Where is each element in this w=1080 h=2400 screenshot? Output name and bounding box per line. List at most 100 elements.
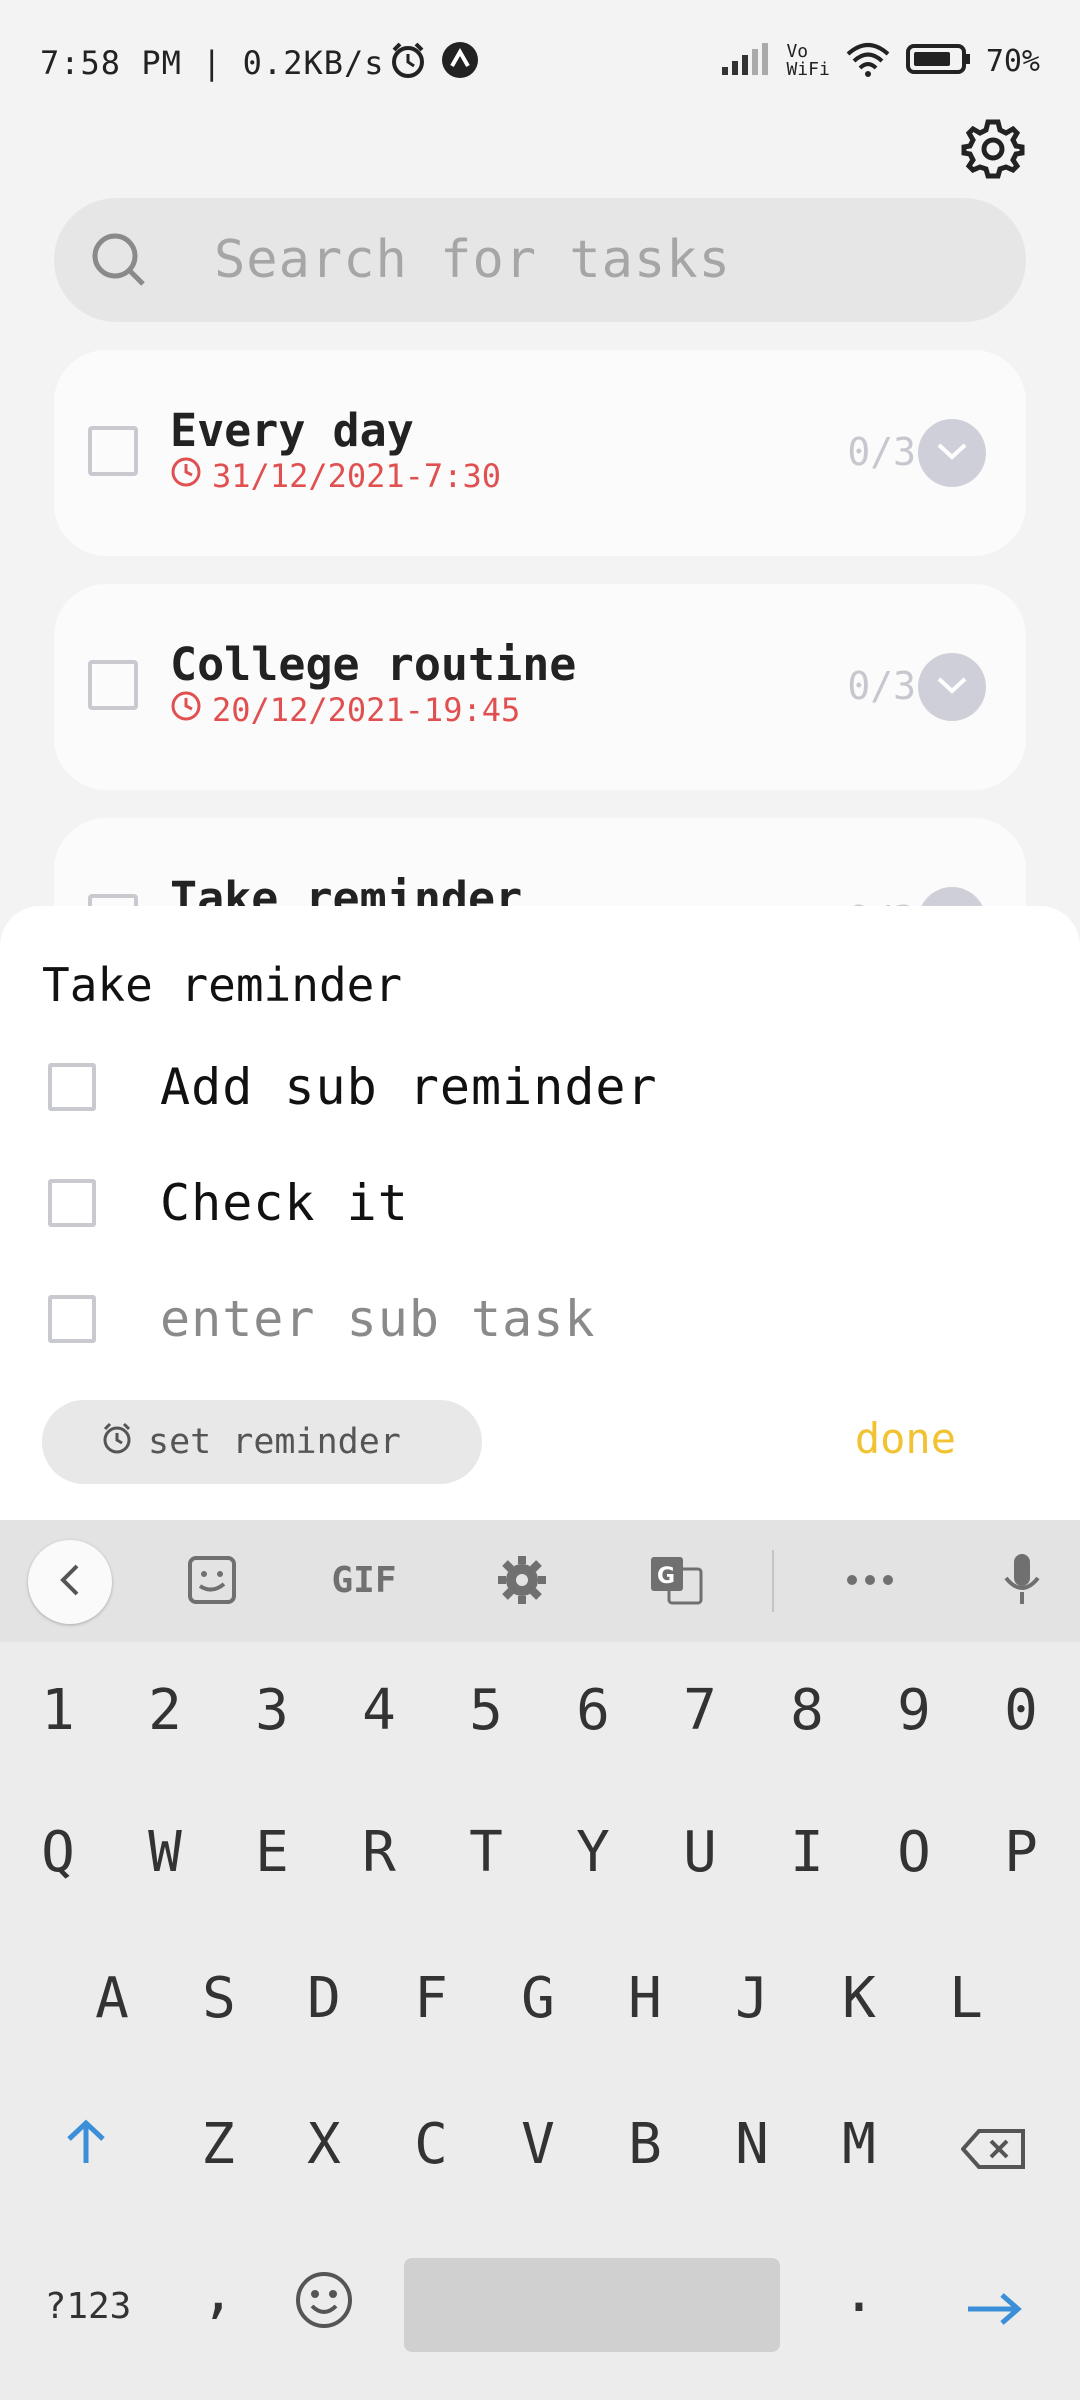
key-m[interactable]: M <box>811 2112 907 2177</box>
subtask-checkbox[interactable] <box>48 1179 96 1227</box>
key-w[interactable]: W <box>117 1820 213 1885</box>
expand-button[interactable] <box>918 419 986 487</box>
symbols-key[interactable]: ?123 <box>38 2286 138 2327</box>
search-input[interactable]: Search for tasks <box>214 230 731 290</box>
gif-button[interactable]: GIF <box>324 1548 404 1612</box>
shift-key[interactable] <box>38 2116 134 2181</box>
key-b[interactable]: B <box>597 2112 693 2177</box>
key-0[interactable]: 0 <box>973 1678 1069 1743</box>
battery-percent: 70% <box>985 43 1040 79</box>
chevron-left-icon <box>57 1562 83 1602</box>
keyboard-back-button[interactable] <box>28 1540 112 1624</box>
subtask-row[interactable]: Check it <box>48 1174 409 1232</box>
sticker-icon[interactable] <box>180 1548 244 1612</box>
key-4[interactable]: 4 <box>331 1678 427 1743</box>
task-checkbox[interactable] <box>88 426 138 476</box>
key-z[interactable]: Z <box>170 2112 266 2177</box>
subtask-checkbox[interactable] <box>48 1063 96 1111</box>
more-icon[interactable] <box>838 1548 902 1612</box>
key-9[interactable]: 9 <box>866 1678 962 1743</box>
key-3[interactable]: 3 <box>224 1678 320 1743</box>
set-reminder-label: set reminder <box>148 1422 401 1462</box>
keyboard: GIF G 1 2 3 4 5 6 7 8 9 0 Q W E R T Y U … <box>0 1520 1080 2400</box>
key-2[interactable]: 2 <box>117 1678 213 1743</box>
key-e[interactable]: E <box>224 1820 320 1885</box>
search-bar[interactable]: Search for tasks <box>54 198 1026 322</box>
subtask-checkbox[interactable] <box>48 1295 96 1343</box>
clock-icon <box>170 456 202 496</box>
key-7[interactable]: 7 <box>652 1678 748 1743</box>
status-left-icons <box>388 40 480 84</box>
comma-key[interactable]: , <box>170 2260 266 2325</box>
key-c[interactable]: C <box>383 2112 479 2177</box>
translate-icon[interactable]: G <box>644 1548 708 1612</box>
subtask-text[interactable]: Check it <box>160 1174 409 1232</box>
task-card[interactable]: College routine 20/12/2021-19:45 0/3 <box>54 584 1026 790</box>
battery-icon <box>905 42 972 80</box>
microphone-icon[interactable] <box>994 1548 1050 1612</box>
key-h[interactable]: H <box>597 1966 693 2031</box>
settings-button[interactable] <box>958 116 1028 186</box>
done-button[interactable]: done <box>855 1414 956 1463</box>
key-r[interactable]: R <box>331 1820 427 1885</box>
subtask-text[interactable]: Add sub reminder <box>160 1058 658 1116</box>
subtask-count: 0/3 <box>847 430 916 474</box>
key-a[interactable]: A <box>64 1966 160 2031</box>
subtask-input[interactable]: enter sub task <box>160 1290 595 1348</box>
key-o[interactable]: O <box>866 1820 962 1885</box>
task-title: Every day <box>170 404 414 457</box>
key-p[interactable]: P <box>973 1820 1069 1885</box>
key-k[interactable]: K <box>811 1966 907 2031</box>
enter-key[interactable] <box>946 2278 1042 2343</box>
new-subtask-row[interactable]: enter sub task <box>48 1290 595 1348</box>
key-f[interactable]: F <box>383 1966 479 2031</box>
key-t[interactable]: T <box>438 1820 534 1885</box>
emoji-key[interactable] <box>276 2270 372 2344</box>
key-x[interactable]: X <box>276 2112 372 2177</box>
backspace-key[interactable] <box>946 2120 1042 2185</box>
key-u[interactable]: U <box>652 1820 748 1885</box>
gear-icon[interactable] <box>490 1548 554 1612</box>
edit-task-sheet: Take reminder Add sub reminder Check it … <box>0 906 1080 1520</box>
arrow-right-icon <box>964 2278 1024 2343</box>
task-card[interactable]: Every day 31/12/2021-7:30 0/3 <box>54 350 1026 556</box>
key-n[interactable]: N <box>704 2112 800 2177</box>
clock-icon <box>170 690 202 730</box>
expand-button[interactable] <box>918 653 986 721</box>
key-v[interactable]: V <box>490 2112 586 2177</box>
set-reminder-button[interactable]: set reminder <box>42 1400 482 1484</box>
gear-icon <box>960 116 1026 186</box>
key-6[interactable]: 6 <box>545 1678 641 1743</box>
key-1[interactable]: 1 <box>10 1678 106 1743</box>
key-l[interactable]: L <box>918 1966 1014 2031</box>
task-checkbox[interactable] <box>88 660 138 710</box>
vowifi-label: Vo WiFi <box>786 41 830 80</box>
app-notification-icon <box>440 40 480 84</box>
search-icon <box>84 225 154 295</box>
backspace-icon <box>960 2120 1027 2185</box>
period-key[interactable]: . <box>811 2260 907 2325</box>
key-d[interactable]: D <box>276 1966 372 2031</box>
keyboard-toolbar: GIF G <box>0 1520 1080 1642</box>
chevron-down-icon <box>935 441 969 465</box>
sheet-title[interactable]: Take reminder <box>42 958 402 1012</box>
shift-arrow-icon <box>61 2116 111 2181</box>
space-key[interactable] <box>404 2258 780 2352</box>
alarm-icon <box>388 40 428 84</box>
signal-icon <box>720 41 772 81</box>
key-g[interactable]: G <box>490 1966 586 2031</box>
key-q[interactable]: Q <box>10 1820 106 1885</box>
status-time: 7:58 PM | 0.2KB/s <box>40 44 385 82</box>
task-date: 31/12/2021-7:30 <box>170 456 501 496</box>
key-s[interactable]: S <box>171 1966 267 2031</box>
subtask-row[interactable]: Add sub reminder <box>48 1058 658 1116</box>
svg-text:G: G <box>657 1564 675 1589</box>
key-y[interactable]: Y <box>545 1820 641 1885</box>
key-8[interactable]: 8 <box>759 1678 855 1743</box>
key-j[interactable]: J <box>704 1966 800 2031</box>
alarm-icon <box>100 1421 134 1464</box>
key-i[interactable]: I <box>759 1820 855 1885</box>
key-5[interactable]: 5 <box>438 1678 534 1743</box>
status-right-icons: Vo WiFi 70% <box>720 40 1040 82</box>
toolbar-divider <box>772 1550 774 1612</box>
